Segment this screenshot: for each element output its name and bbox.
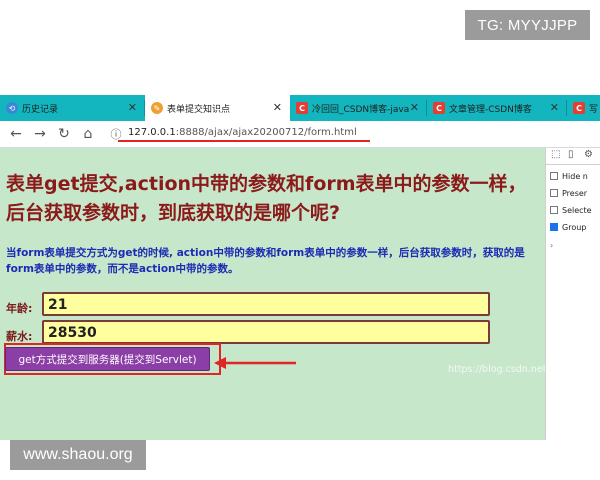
tab-label: 表单提交知识点: [167, 104, 231, 115]
checkbox-group[interactable]: [550, 223, 558, 231]
expand-chevron-icon[interactable]: ›: [550, 238, 553, 252]
devtools-option-selected[interactable]: Selecte: [550, 203, 592, 217]
page-favicon-icon: ✎: [151, 102, 163, 114]
browser-tab-bar: ⟲ 历史记录 ✕ ✎ 表单提交知识点 ✕ C 冷回回_CSDN博客-java ✕…: [0, 95, 600, 121]
tab-write[interactable]: C 写: [567, 95, 600, 121]
arrow-annotation-icon: [214, 357, 296, 369]
devtools-toolbar: ⬚ ▯ ⚙: [546, 148, 600, 165]
url-path: :8888/ajax/ajax20200712/form.html: [175, 127, 357, 138]
checkbox-preserve[interactable]: [550, 189, 558, 197]
close-icon[interactable]: ✕: [550, 101, 559, 114]
close-icon[interactable]: ✕: [273, 101, 282, 114]
address-bar: ← → ↻ ⌂ ⓘ 127.0.0.1:8888/ajax/ajax202007…: [0, 121, 600, 148]
salary-input[interactable]: [42, 320, 490, 344]
inspect-cursor-icon[interactable]: ⬚: [551, 149, 560, 160]
csdn-logo-icon: C: [296, 102, 308, 114]
history-icon: ⟲: [6, 102, 18, 114]
watermark-top: TG: MYYJJPP: [465, 10, 590, 40]
salary-label: 薪水:: [6, 330, 33, 343]
option-label: Group: [562, 222, 587, 232]
close-icon[interactable]: ✕: [128, 101, 137, 114]
checkbox-selected[interactable]: [550, 206, 558, 214]
tab-history[interactable]: ⟲ 历史记录 ✕: [0, 95, 145, 121]
tab-csdn-blog[interactable]: C 冷回回_CSDN博客-java ✕: [290, 95, 427, 121]
devtools-option-group[interactable]: Group: [550, 220, 586, 234]
tab-label: 冷回回_CSDN博客-java: [312, 104, 410, 115]
gear-icon[interactable]: ⚙: [584, 149, 593, 160]
option-label: Selecte: [562, 205, 592, 215]
age-input[interactable]: [42, 292, 490, 316]
tab-label: 文章管理-CSDN博客: [449, 104, 532, 115]
option-label: Preser: [562, 188, 588, 198]
csdn-logo-icon: C: [573, 102, 585, 114]
devtools-option-hide[interactable]: Hide n: [550, 169, 588, 183]
tab-label: 历史记录: [22, 104, 59, 115]
option-label: Hide n: [562, 171, 588, 181]
forward-arrow-icon[interactable]: →: [32, 126, 48, 142]
url-host: 127.0.0.1: [128, 127, 176, 138]
age-label: 年龄:: [6, 302, 33, 315]
tab-label: 写: [589, 104, 599, 115]
home-icon[interactable]: ⌂: [80, 126, 96, 142]
submit-button[interactable]: get方式提交到服务器(提交到Servlet): [5, 347, 210, 371]
tab-article-manage[interactable]: C 文章管理-CSDN博客 ✕: [427, 95, 567, 121]
page-description: 当form表单提交方式为get的时候, action中带的参数和form表单中的…: [6, 247, 525, 275]
watermark-bottom: www.shaou.org: [10, 440, 146, 470]
tab-form-knowledge[interactable]: ✎ 表单提交知识点 ✕: [145, 95, 290, 121]
page-content: 表单get提交,action中带的参数和form表单中的参数一样，后台获取参数时…: [0, 148, 584, 440]
checkbox-hide[interactable]: [550, 172, 558, 180]
devtools-panel: ⬚ ▯ ⚙ Hide n Preser Selecte Group ›: [545, 148, 600, 440]
close-icon[interactable]: ✕: [410, 101, 419, 114]
page-title: 表单get提交,action中带的参数和form表单中的参数一样，后台获取参数时…: [6, 173, 527, 224]
device-toggle-icon[interactable]: ▯: [568, 149, 574, 160]
csdn-logo-icon: C: [433, 102, 445, 114]
devtools-option-preserve[interactable]: Preser: [550, 186, 587, 200]
reload-icon[interactable]: ↻: [56, 126, 72, 142]
back-arrow-icon[interactable]: ←: [8, 126, 24, 142]
url-text[interactable]: 127.0.0.1:8888/ajax/ajax20200712/form.ht…: [128, 127, 357, 138]
url-highlight-underline: [118, 140, 370, 142]
